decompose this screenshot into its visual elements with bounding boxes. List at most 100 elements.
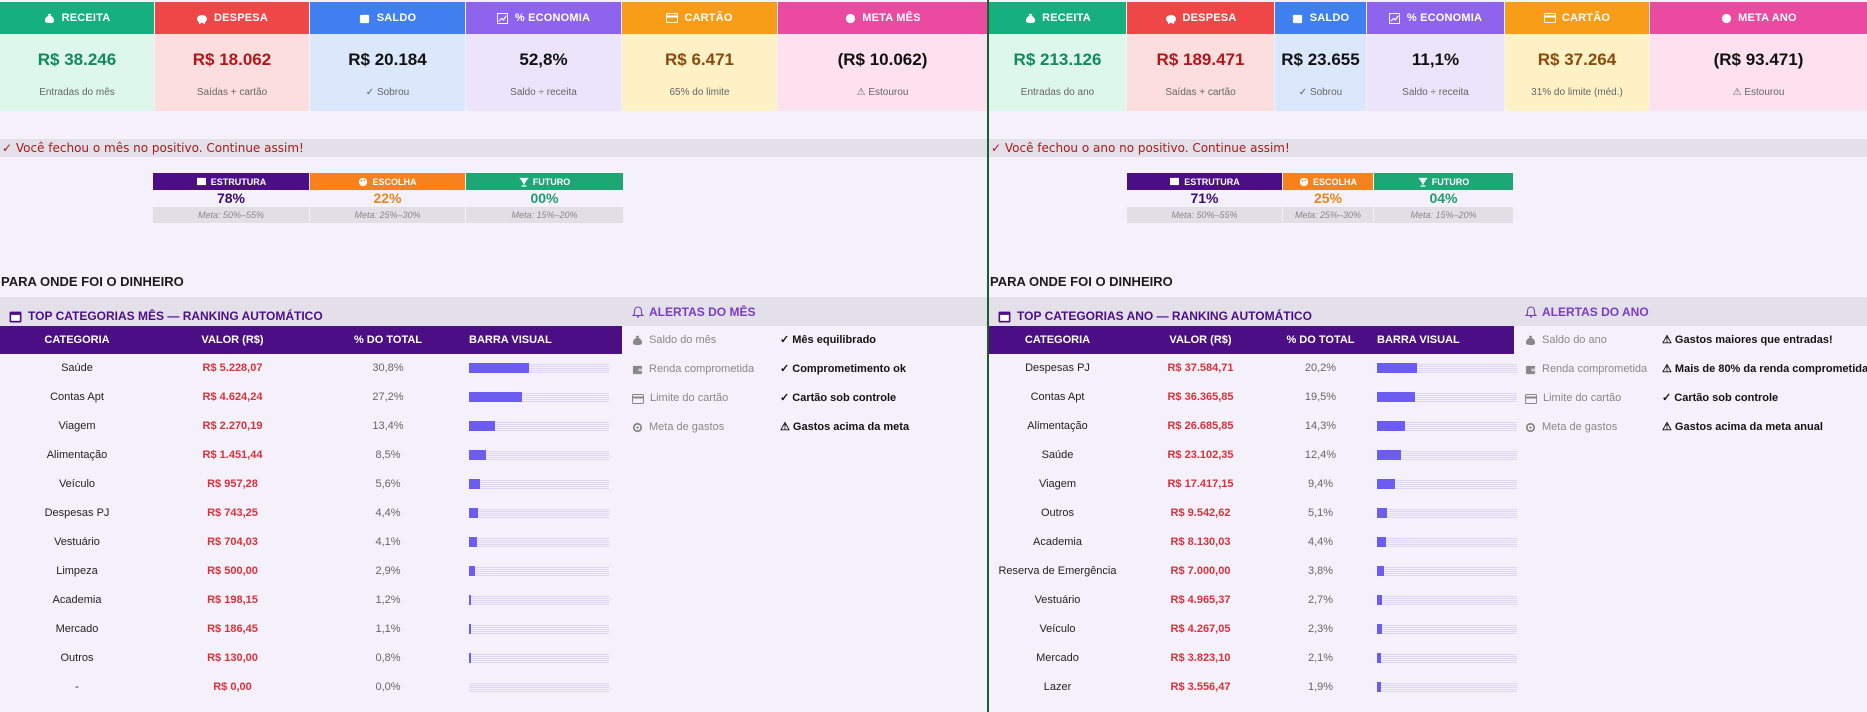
table-row[interactable]: Alimentação R$ 1.451,44 8,5%	[0, 441, 622, 470]
credit-card-icon	[1525, 393, 1537, 404]
column-header[interactable]: % DO TOTAL	[310, 326, 466, 354]
column-header[interactable]: % DO TOTAL	[1275, 326, 1366, 354]
alerts-title-text: ALERTAS DO MÊS	[649, 305, 756, 319]
kpi-card-title: % ECONOMIA	[1406, 12, 1483, 24]
table-row[interactable]: Viagem R$ 2.270,19 13,4%	[0, 412, 622, 441]
row-bar-fill	[469, 595, 471, 605]
column-header[interactable]: BARRA VISUAL	[469, 326, 552, 354]
alloc-percent: 25%	[1283, 190, 1373, 207]
alloc-label: ESCOLHA	[1312, 176, 1357, 187]
kpi-card-value: (R$ 10.062)	[837, 50, 928, 69]
row-category: Contas Apt	[1030, 391, 1085, 403]
row-bar	[469, 624, 609, 634]
table-row[interactable]: Reserva de Emergência R$ 7.000,00 3,8%	[989, 557, 1517, 586]
alloc-label: ESTRUTURA	[1184, 176, 1240, 187]
column-header[interactable]: BARRA VISUAL	[1377, 326, 1460, 354]
row-bar	[469, 653, 609, 663]
table-row[interactable]: Vestuário R$ 4.965,37 2,7%	[989, 586, 1517, 615]
table-row[interactable]: Mercado R$ 3.823,10 2,1%	[989, 644, 1517, 673]
row-category: Reserva de Emergência	[998, 565, 1117, 577]
row-percent: 14,3%	[1304, 420, 1337, 432]
table-row[interactable]: Despesas PJ R$ 743,25 4,4%	[0, 499, 622, 528]
table-row[interactable]: Contas Apt R$ 4.624,24 27,2%	[0, 383, 622, 412]
kpi-card-body: R$ 189.471 Saídas + cartão	[1127, 34, 1274, 111]
alloc-estrutura: ESTRUTURA 78% Meta: 50%–55%	[153, 173, 309, 223]
row-bar	[469, 508, 609, 518]
row-percent: 8,5%	[375, 449, 401, 461]
piggy-bank-icon	[1165, 13, 1177, 24]
row-bar	[1377, 595, 1517, 605]
credit-card-icon	[666, 13, 679, 24]
row-percent: 4,1%	[375, 536, 401, 548]
top-categories-title: TOP CATEGORIAS ANO — RANKING AUTOMÁTICO	[998, 309, 1312, 323]
table-row[interactable]: Vestuário R$ 704,03 4,1%	[0, 528, 622, 557]
table-row[interactable]: Limpeza R$ 500,00 2,9%	[0, 557, 622, 586]
row-percent: 12,4%	[1304, 449, 1337, 461]
alert-row: Limite do cartão ✓ Cartão sob controle	[632, 384, 987, 413]
table-row[interactable]: Academia R$ 198,15 1,2%	[0, 586, 622, 615]
row-percent: 27,2%	[372, 391, 404, 403]
row-bar	[469, 566, 609, 576]
alloc-header: ESTRUTURA	[1127, 173, 1282, 190]
table-row[interactable]: Academia R$ 8.130,03 4,4%	[989, 528, 1517, 557]
top-categories-title-band: TOP CATEGORIAS MÊS — RANKING AUTOMÁTICO	[0, 297, 622, 326]
alert-row: Saldo do ano ⚠ Gastos maiores que entrad…	[1525, 326, 1867, 355]
kpi-card-value: (R$ 93.471)	[1713, 50, 1804, 69]
column-header[interactable]: VALOR (R$)	[155, 326, 310, 354]
credit-card-icon	[1543, 13, 1556, 24]
kpi-card-title: META ANO	[1738, 12, 1797, 24]
row-value: R$ 37.584,71	[1167, 362, 1234, 374]
row-bar	[469, 392, 609, 402]
alert-label-text: Meta de gastos	[649, 421, 725, 433]
table-row[interactable]: Viagem R$ 17.417,15 9,4%	[989, 470, 1517, 499]
table-row[interactable]: Alimentação R$ 26.685,85 14,3%	[989, 412, 1517, 441]
row-value: R$ 17.417,15	[1167, 478, 1234, 490]
alert-label: Renda comprometida	[1525, 355, 1647, 384]
kpi-card-value: R$ 6.471	[665, 50, 734, 69]
alert-label: Meta de gastos	[632, 413, 724, 442]
row-category: Alimentação	[1027, 420, 1088, 432]
alloc-label: ESCOLHA	[372, 176, 417, 187]
kpi-card-header: SALDO	[310, 2, 465, 34]
table-row[interactable]: Contas Apt R$ 36.365,85 19,5%	[989, 383, 1517, 412]
row-category: Contas Apt	[50, 391, 104, 403]
alert-label: Saldo do ano	[1525, 326, 1607, 355]
kpi-card-header: DESPESA	[1127, 2, 1274, 34]
row-bar	[1377, 508, 1517, 518]
money-bag-icon	[1024, 13, 1036, 24]
wallet-icon	[1525, 364, 1536, 375]
row-category: Outros	[1040, 507, 1074, 519]
table-row[interactable]: Saúde R$ 23.102,35 12,4%	[989, 441, 1517, 470]
row-value: R$ 8.130,03	[1170, 536, 1231, 548]
table-row[interactable]: Outros R$ 130,00 0,8%	[0, 644, 622, 673]
alloc-escolha: ESCOLHA 22% Meta: 25%–30%	[310, 173, 465, 223]
alert-label: Saldo do mês	[632, 326, 716, 355]
column-header[interactable]: CATEGORIA	[0, 326, 154, 354]
table-row[interactable]: - R$ 0,00 0,0%	[0, 673, 622, 702]
kpi-card-subtitle: Entradas do ano	[1020, 87, 1095, 98]
table-row[interactable]: Veículo R$ 4.267,05 2,3%	[989, 615, 1517, 644]
kpi-card-title: DESPESA	[214, 12, 268, 24]
row-value: R$ 23.102,35	[1167, 449, 1234, 461]
table-row[interactable]: Mercado R$ 186,45 1,1%	[0, 615, 622, 644]
row-category: Outros	[60, 652, 94, 664]
row-percent: 2,7%	[1307, 594, 1334, 606]
kpi-card-title: SALDO	[1309, 12, 1350, 24]
table-row[interactable]: Veículo R$ 957,28 5,6%	[0, 470, 622, 499]
kpi-card-value: R$ 213.126	[1013, 50, 1102, 69]
kpi-card-5: META ANO (R$ 93.471) ⚠ Estourou	[1650, 2, 1867, 111]
column-header[interactable]: CATEGORIA	[989, 326, 1126, 354]
kpi-card-header: SALDO	[1275, 2, 1366, 34]
top-categories-title: TOP CATEGORIAS MÊS — RANKING AUTOMÁTICO	[9, 309, 323, 323]
row-category: Despesas PJ	[1025, 362, 1090, 374]
table-row[interactable]: Outros R$ 9.542,62 5,1%	[989, 499, 1517, 528]
table-row[interactable]: Saúde R$ 5.228,07 30,8%	[0, 354, 622, 383]
row-bar	[1377, 392, 1517, 402]
table-row[interactable]: Despesas PJ R$ 37.584,71 20,2%	[989, 354, 1517, 383]
alloc-percent: 78%	[153, 190, 309, 207]
kpi-card-value: R$ 189.471	[1156, 50, 1245, 69]
column-header[interactable]: VALOR (R$)	[1127, 326, 1274, 354]
house-icon	[1169, 177, 1180, 186]
table-row[interactable]: Lazer R$ 3.556,47 1,9%	[989, 673, 1517, 702]
row-bar-fill	[1377, 421, 1405, 431]
